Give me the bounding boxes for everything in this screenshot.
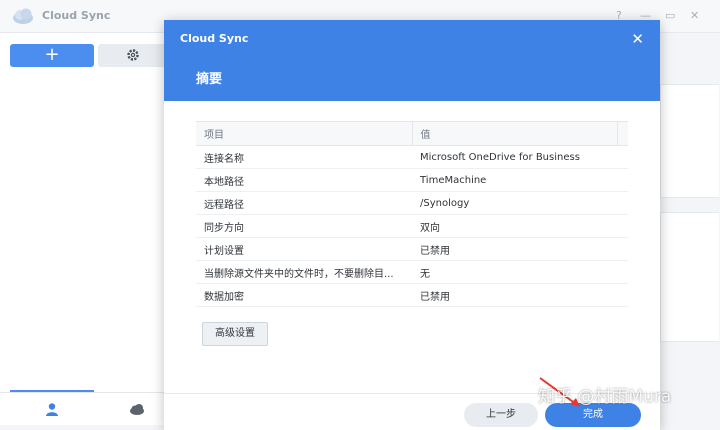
row-value: 已禁用 (412, 237, 628, 261)
table-header-row: 项目 值 (196, 121, 628, 146)
maximize-icon[interactable]: ▭ (665, 9, 675, 22)
row-key: 计划设置 (196, 237, 412, 261)
sidebar-bottom-tabs (0, 392, 168, 425)
row-value: TimeMachine (412, 168, 628, 192)
close-icon[interactable]: ✕ (631, 30, 644, 48)
row-value: 双向 (412, 214, 628, 238)
active-tab-indicator (10, 390, 94, 392)
sidebar (0, 33, 169, 424)
row-value: Microsoft OneDrive for Business (412, 145, 628, 169)
column-header-spacer (617, 121, 628, 146)
app-title: Cloud Sync (42, 9, 111, 22)
add-connection-button[interactable]: + (10, 44, 94, 67)
column-header-value[interactable]: 值 (411, 121, 618, 146)
summary-table: 项目 值 连接名称 Microsoft OneDrive for Busines… (196, 121, 628, 307)
row-value: /Synology (412, 191, 628, 215)
gear-icon (127, 49, 139, 61)
dialog-app-title: Cloud Sync (180, 32, 249, 45)
row-key: 远程路径 (196, 191, 412, 215)
row-key: 同步方向 (196, 214, 412, 238)
row-key: 连接名称 (196, 145, 412, 169)
close-window-icon[interactable]: ✕ (690, 9, 699, 22)
column-header-item[interactable]: 项目 (196, 121, 412, 146)
settings-button[interactable] (98, 44, 168, 67)
cloud-icon[interactable] (129, 402, 145, 416)
dialog-heading: 摘要 (196, 72, 223, 87)
table-row: 本地路径 TimeMachine (196, 168, 628, 192)
summary-dialog: Cloud Sync ✕ 摘要 项目 值 连接名称 Microsoft OneD… (164, 20, 660, 430)
user-icon[interactable] (45, 402, 59, 416)
row-value: 已禁用 (412, 283, 628, 307)
table-row: 连接名称 Microsoft OneDrive for Business (196, 145, 628, 169)
watermark: 知乎 @村雨Mura (538, 387, 672, 407)
previous-button[interactable]: 上一步 (464, 403, 538, 427)
row-key: 当删除源文件夹中的文件时，不要删除目... (196, 260, 412, 284)
row-value: 无 (412, 260, 628, 284)
table-row: 当删除源文件夹中的文件时，不要删除目... 无 (196, 260, 628, 284)
dialog-header: Cloud Sync ✕ 摘要 (164, 20, 660, 101)
row-key: 本地路径 (196, 168, 412, 192)
table-row: 数据加密 已禁用 (196, 283, 628, 307)
main-card (660, 84, 719, 198)
main-card (660, 212, 719, 342)
table-row: 计划设置 已禁用 (196, 237, 628, 261)
table-row: 同步方向 双向 (196, 214, 628, 238)
table-row: 远程路径 /Synology (196, 191, 628, 215)
advanced-settings-button[interactable]: 高级设置 (202, 322, 268, 346)
cloud-sync-logo-icon (13, 8, 33, 24)
row-key: 数据加密 (196, 283, 412, 307)
